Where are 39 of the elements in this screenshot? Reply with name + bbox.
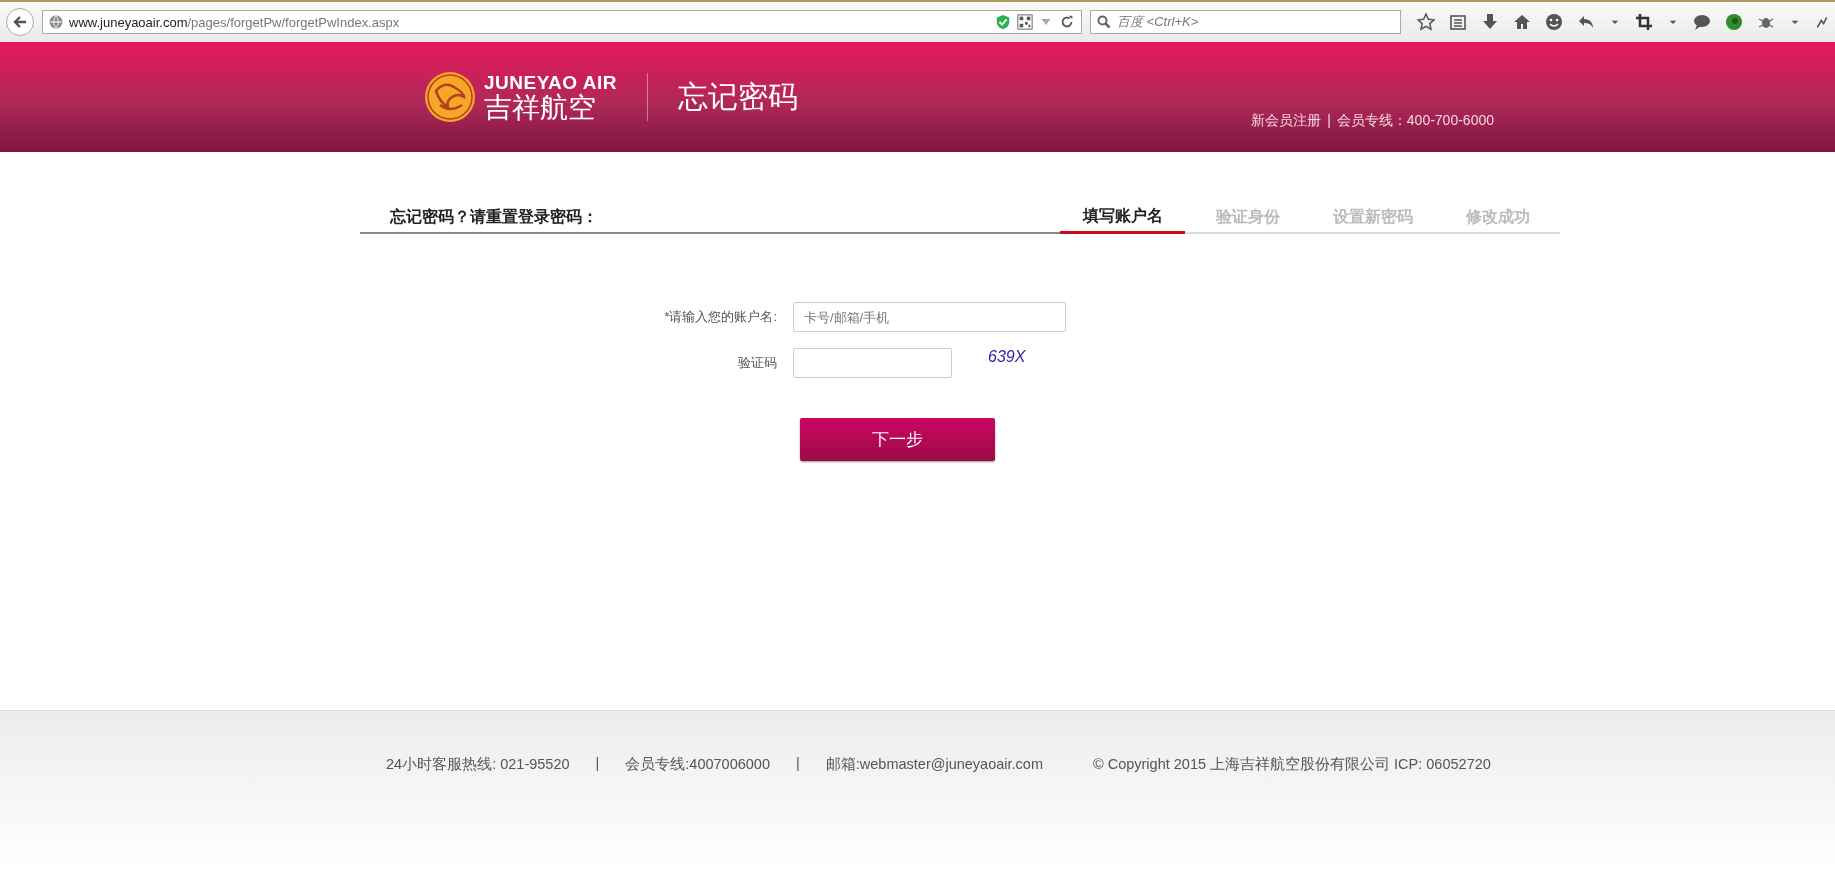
email-text: 邮箱:webmaster@juneyaoair.com [825, 755, 1043, 774]
logo-chinese-text: 吉祥航空 [484, 93, 597, 122]
back-arrow-icon [12, 14, 28, 30]
crop-icon[interactable] [1635, 13, 1653, 31]
contact-text: 会员专线:4007006000 [625, 755, 770, 774]
reload-icon[interactable] [1059, 14, 1075, 30]
download-icon[interactable] [1481, 13, 1499, 31]
register-link[interactable]: 新会员注册 [1251, 112, 1322, 130]
captcha-input[interactable] [793, 348, 952, 378]
shield-icon[interactable] [995, 14, 1011, 30]
next-step-button[interactable]: 下一步 [800, 418, 995, 461]
search-field[interactable]: 百度 <Ctrl+K> [1090, 10, 1401, 34]
separator-text: | [595, 755, 600, 773]
hotline-text: 会员专线：400-700-6000 [1336, 112, 1494, 130]
step-tab[interactable]: 填写账户名 [1060, 202, 1185, 234]
search-icon [1097, 15, 1111, 29]
logo-english-text: JUNEYAO AIR [484, 72, 617, 92]
separator-text: | [1327, 112, 1331, 130]
airline-logo[interactable]: JUNEYAO AIR 吉祥航空 [424, 71, 617, 123]
smiley-icon[interactable] [1545, 13, 1563, 31]
home-icon[interactable] [1513, 13, 1531, 31]
url-text: www.juneyaoair.com/pages/forgetPw/forgetPwIndex.aspx [69, 14, 401, 30]
field-label: *请输入您的账户名: [663, 308, 777, 326]
page-title: 忘记密码 [677, 78, 798, 115]
search-placeholder: 百度 <Ctrl+K> [1117, 13, 1199, 31]
chat-bubble-icon[interactable] [1693, 13, 1711, 31]
field-label: 验证码 [737, 354, 777, 372]
back-button[interactable] [6, 8, 34, 36]
account-input[interactable]: 卡号/邮箱/手机 [793, 302, 1066, 332]
address-bar[interactable]: www.juneyaoair.com/pages/forgetPw/forgetPwIndex.aspx [42, 10, 1082, 34]
qr-code-icon[interactable] [1017, 14, 1033, 30]
star-icon[interactable] [1417, 13, 1435, 31]
globe-icon [49, 15, 63, 29]
copyright-text: © Copyright 2015 上海吉祥航空股份有限公司 ICP: 06052720 [1092, 755, 1491, 774]
form-heading: 忘记密码？请重置登录密码： [360, 202, 1060, 234]
contact-text: 24小时客服热线: 021-95520 [386, 755, 570, 774]
reading-list-icon[interactable] [1449, 13, 1467, 31]
captcha-image[interactable]: 639X [988, 348, 1026, 366]
separator-text: | [796, 755, 800, 773]
